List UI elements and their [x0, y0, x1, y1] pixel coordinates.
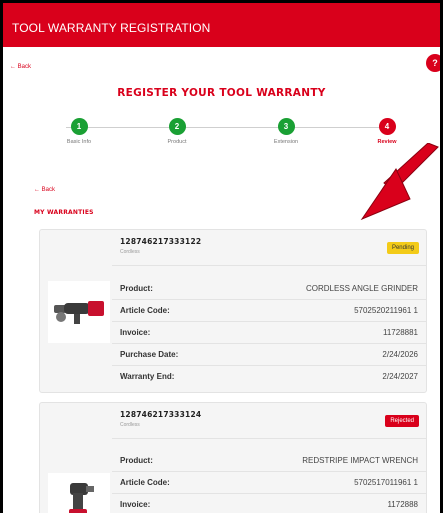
detail-row: Article Code: 5702520211961 1 [112, 300, 426, 322]
warranty-card: 128746217333122 Cordless Pending Product… [39, 229, 427, 393]
detail-key: Purchase Date: [120, 350, 179, 359]
step-label: Product [167, 139, 187, 145]
detail-key: Article Code: [120, 306, 170, 315]
header-title: TOOL WARRANTY REGISTRATION [12, 21, 211, 35]
status-badge: Rejected [385, 415, 419, 427]
warranty-category: Cordless [120, 422, 140, 428]
step-product[interactable]: 2 Product [137, 118, 217, 145]
step-review[interactable]: 4 Review [347, 118, 427, 145]
back-link[interactable]: ← Back [34, 187, 55, 193]
step-basic-info[interactable]: 1 Basic Info [39, 118, 119, 145]
annotation-arrow [360, 143, 439, 221]
app-frame: TOOL WARRANTY REGISTRATION ← Back ? REGI… [3, 3, 440, 513]
step-number: 2 [168, 118, 186, 135]
detail-row: Article Code: 5702517011961 1 [112, 472, 426, 494]
detail-value: 5702520211961 1 [354, 306, 418, 315]
warranty-id: 128746217333122 [120, 237, 202, 246]
detail-row: Purchase Date: 2/24/2026 [112, 344, 426, 366]
divider [112, 265, 426, 266]
detail-value: 1172888 [387, 500, 418, 509]
detail-value: REDSTRIPE IMPACT WRENCH [302, 456, 418, 465]
detail-key: Article Code: [120, 478, 170, 487]
detail-key: Product: [120, 456, 153, 465]
detail-value: 5702517011961 1 [354, 478, 418, 487]
header-bar: TOOL WARRANTY REGISTRATION [3, 3, 440, 47]
detail-row: Invoice: 11728881 [112, 322, 426, 344]
divider [112, 438, 426, 439]
step-number: 4 [378, 118, 396, 135]
detail-row: Product: CORDLESS ANGLE GRINDER [112, 278, 426, 300]
detail-key: Warranty End: [120, 372, 175, 381]
detail-key: Product: [120, 284, 153, 293]
step-number: 1 [70, 118, 88, 135]
step-number: 3 [277, 118, 295, 135]
detail-value: CORDLESS ANGLE GRINDER [305, 284, 418, 293]
help-button[interactable]: ? [426, 54, 440, 72]
detail-value: 11728881 [383, 328, 418, 337]
detail-key: Invoice: [120, 500, 151, 509]
step-label: Basic Info [66, 139, 92, 145]
step-label: Extension [273, 139, 299, 145]
detail-key: Invoice: [120, 328, 151, 337]
angle-grinder-icon [54, 301, 104, 324]
detail-value: 2/24/2026 [382, 350, 418, 359]
back-link[interactable]: ← Back [10, 64, 31, 70]
detail-value: 2/24/2027 [382, 372, 418, 381]
section-title: MY WARRANTIES [34, 209, 94, 216]
product-image [48, 473, 110, 513]
page-title: REGISTER YOUR TOOL WARRANTY [117, 87, 326, 99]
status-badge: Pending [386, 242, 419, 254]
warranty-id: 128746217333124 [120, 410, 202, 419]
product-image [48, 281, 110, 343]
warranty-card: 128746217333124 Cordless Rejected Produc… [39, 402, 427, 513]
step-extension[interactable]: 3 Extension [246, 118, 326, 145]
detail-row: Invoice: 1172888 [112, 494, 426, 513]
warranty-category: Cordless [120, 249, 140, 255]
impact-wrench-icon [69, 483, 94, 513]
detail-row: Warranty End: 2/24/2027 [112, 366, 426, 387]
detail-row: Product: REDSTRIPE IMPACT WRENCH [112, 450, 426, 472]
